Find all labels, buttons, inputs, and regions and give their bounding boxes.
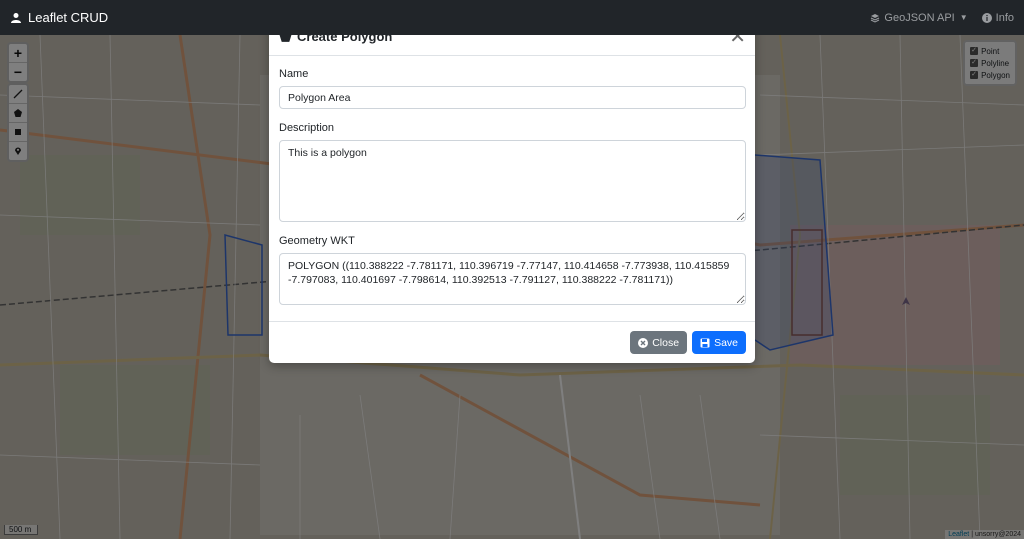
info-label: Info	[995, 11, 1014, 24]
modal-footer: Close Save	[269, 321, 755, 363]
map-marker-user-icon	[11, 12, 21, 23]
description-textarea[interactable]: This is a polygon	[279, 140, 746, 222]
name-group: Name	[279, 68, 746, 109]
name-label: Name	[279, 68, 309, 80]
floppy-disk-icon	[700, 338, 710, 347]
caret-down-icon: ▼	[959, 13, 968, 22]
close-button-label: Close	[652, 336, 680, 349]
api-dropdown[interactable]: GeoJSON API ▼	[870, 11, 968, 24]
info-circle-icon	[981, 12, 992, 23]
create-polygon-modal: Create Polygon ✕ Name Description This i…	[269, 18, 755, 363]
save-button-label: Save	[714, 336, 738, 349]
description-label: Description	[279, 122, 335, 134]
brand-label: Leaflet CRUD	[28, 10, 109, 25]
info-link[interactable]: Info	[981, 11, 1014, 24]
modal-body: Name Description This is a polygon Geome…	[269, 56, 755, 305]
close-button[interactable]: Close	[630, 331, 688, 354]
x-circle-icon	[638, 337, 649, 348]
save-button[interactable]: Save	[692, 331, 746, 354]
wkt-textarea[interactable]: POLYGON ((110.388222 -7.781171, 110.3967…	[279, 253, 746, 305]
brand[interactable]: Leaflet CRUD	[10, 10, 108, 25]
navbar: Leaflet CRUD GeoJSON API ▼ Info	[0, 0, 1024, 35]
api-dropdown-label: GeoJSON API	[884, 11, 955, 24]
name-input[interactable]	[279, 86, 746, 109]
wkt-label: Geometry WKT	[279, 235, 355, 247]
nav-right: GeoJSON API ▼ Info	[856, 12, 1014, 24]
wkt-group: Geometry WKT POLYGON ((110.388222 -7.781…	[279, 235, 746, 305]
description-group: Description This is a polygon	[279, 122, 746, 222]
layers-icon	[871, 13, 880, 23]
